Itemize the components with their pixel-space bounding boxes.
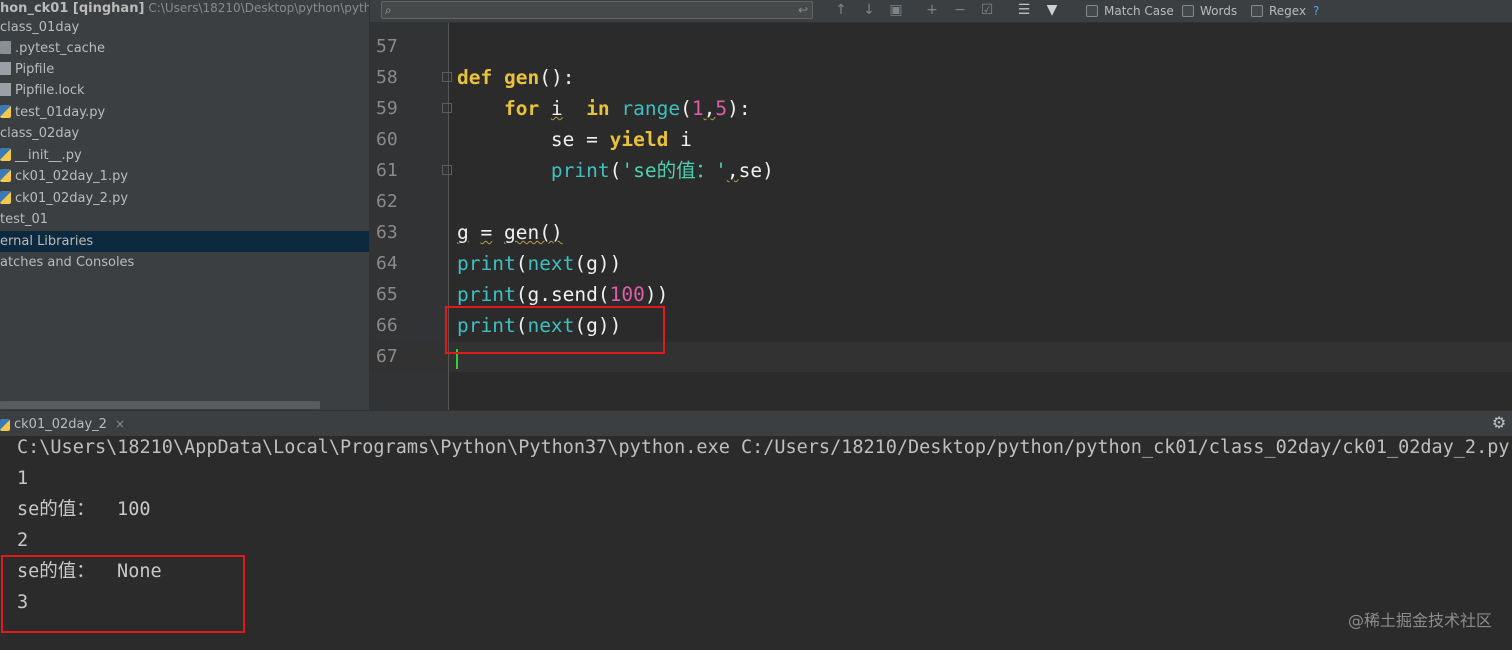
tree-item-pipfile-lock[interactable]: Pipfile.lock xyxy=(0,80,369,101)
tree-item-class-02day[interactable]: class_02day xyxy=(0,123,369,144)
run-tool-header: ck01_02day_2 × ⚙ xyxy=(0,410,1512,436)
tree-item-label: class_02day xyxy=(0,126,80,141)
add-occurrence-icon[interactable]: + xyxy=(923,2,941,19)
match-case-checkbox[interactable] xyxy=(1086,4,1098,17)
tree-item-label: Pipfile xyxy=(15,62,55,77)
folder-icon xyxy=(0,41,11,54)
python-run-icon xyxy=(0,418,10,431)
tree-item-label: Pipfile.lock xyxy=(15,83,85,98)
search-history-icon[interactable]: ↩ xyxy=(798,3,808,17)
code-line-61[interactable]: print('se的值：',se) xyxy=(457,155,774,186)
filter-icon[interactable]: ▼ xyxy=(1043,2,1061,19)
select-all-occurrences-icon[interactable]: ▣ xyxy=(887,2,905,19)
tree-item-init-py[interactable]: __init__.py xyxy=(0,145,369,166)
tree-item-ck01-02day-1-py[interactable]: ck01_02day_1.py xyxy=(0,166,369,187)
tree-item-label: ck01_02day_2.py xyxy=(15,191,129,206)
code-line-63[interactable]: g = gen() xyxy=(457,217,563,248)
line-number: 60 xyxy=(376,129,398,150)
regex-help-icon[interactable]: ? xyxy=(1313,3,1319,19)
line-number: 64 xyxy=(376,253,398,274)
line-number: 67 xyxy=(376,346,398,367)
line-number: 62 xyxy=(376,191,398,212)
code-editor[interactable]: 57 58 59 60 61 62 63 64 65 66 67 def gen… xyxy=(370,23,1512,410)
regex-option[interactable]: Regex xyxy=(1251,3,1306,19)
project-panel: hon_ck01 [qinghan] C:\Users\18210\Desktop… xyxy=(0,0,369,410)
project-root-path: C:\Users\18210\Desktop\python\pyth xyxy=(148,1,369,15)
console-line: se的值： 100 xyxy=(17,499,151,520)
console-line: 1 xyxy=(17,468,29,489)
run-tab[interactable]: ck01_02day_2 × xyxy=(0,414,125,434)
line-number: 59 xyxy=(376,98,398,119)
watermark: @稀土掘金技术社区 xyxy=(1347,611,1492,630)
match-case-option[interactable]: Match Case xyxy=(1086,3,1174,19)
search-icon[interactable]: ⌕ xyxy=(385,4,397,16)
project-horizontal-scrollbar[interactable] xyxy=(0,401,320,409)
line-number: 63 xyxy=(376,222,398,243)
tree-item-label: ck01_02day_1.py xyxy=(15,169,129,184)
tree-item-label: class_01day xyxy=(0,20,80,35)
line-number: 66 xyxy=(376,315,398,336)
previous-occurrence-icon[interactable]: ↑ xyxy=(832,2,850,19)
output-highlight-annotation-box xyxy=(1,555,245,633)
find-toolbar: ⌕ ↩ ↑ ↓ ▣ + − ☑ ☰ ▼ Match Case Words Reg… xyxy=(370,0,1512,23)
tree-item-pytest-cache[interactable]: .pytest_cache xyxy=(0,38,369,59)
run-tab-label: ck01_02day_2 xyxy=(14,417,107,432)
run-console-output[interactable]: C:\Users\18210\AppData\Local\Programs\Py… xyxy=(0,436,1512,650)
console-line: C:\Users\18210\AppData\Local\Programs\Py… xyxy=(17,437,1510,458)
regex-checkbox[interactable] xyxy=(1251,4,1263,17)
code-line-60[interactable]: se = yield i xyxy=(457,124,692,155)
python-file-icon xyxy=(0,191,11,204)
tree-item-label: __init__.py xyxy=(15,148,82,163)
fold-marker-icon[interactable] xyxy=(442,72,452,82)
tree-item-label: test_01day.py xyxy=(15,105,106,120)
python-file-icon xyxy=(0,169,11,182)
tree-item-class-01day[interactable]: class_01day xyxy=(0,17,369,38)
python-file-icon xyxy=(0,105,11,118)
line-number: 57 xyxy=(376,36,398,57)
tree-item-ck01-02day-2-py[interactable]: ck01_02day_2.py xyxy=(0,188,369,209)
filter-settings-icon[interactable]: ☰ xyxy=(1015,2,1033,19)
tree-item-label: .pytest_cache xyxy=(15,41,106,56)
code-line-58[interactable]: def gen(): xyxy=(457,62,574,93)
highlight-annotation-box xyxy=(445,306,665,354)
python-file-icon xyxy=(0,148,11,161)
gear-icon[interactable]: ⚙ xyxy=(1490,414,1508,432)
code-line-64[interactable]: print(next(g)) xyxy=(457,248,621,279)
project-root-name: hon_ck01 [qinghan] xyxy=(0,1,145,16)
line-number: 65 xyxy=(376,284,398,305)
close-icon[interactable]: × xyxy=(115,417,125,431)
words-checkbox[interactable] xyxy=(1182,4,1194,17)
search-input[interactable]: ⌕ ↩ xyxy=(381,1,813,19)
remove-occurrence-icon[interactable]: − xyxy=(951,2,969,19)
file-icon xyxy=(0,83,11,96)
tree-item-label: ernal Libraries xyxy=(0,234,94,249)
tree-item-test-01day-py[interactable]: test_01day.py xyxy=(0,102,369,123)
tree-item-label: atches and Consoles xyxy=(0,255,135,270)
code-line-59[interactable]: for i in range(1,5): xyxy=(457,93,751,124)
line-number: 58 xyxy=(376,67,398,88)
words-option[interactable]: Words xyxy=(1182,3,1237,19)
fold-marker-icon[interactable] xyxy=(442,165,452,175)
tree-item-label: test_01 xyxy=(0,212,49,227)
line-number: 61 xyxy=(376,160,398,181)
file-icon xyxy=(0,62,11,75)
tree-item-scratches-consoles[interactable]: atches and Consoles xyxy=(0,252,369,273)
select-occurrences-icon[interactable]: ☑ xyxy=(978,2,996,19)
next-occurrence-icon[interactable]: ↓ xyxy=(860,2,878,19)
tree-item-pipfile[interactable]: Pipfile xyxy=(0,59,369,80)
tree-item-test-01[interactable]: test_01 xyxy=(0,209,369,230)
fold-marker-icon[interactable] xyxy=(442,103,452,113)
tree-item-external-libraries[interactable]: ernal Libraries xyxy=(0,231,369,252)
console-line: 2 xyxy=(17,530,29,551)
